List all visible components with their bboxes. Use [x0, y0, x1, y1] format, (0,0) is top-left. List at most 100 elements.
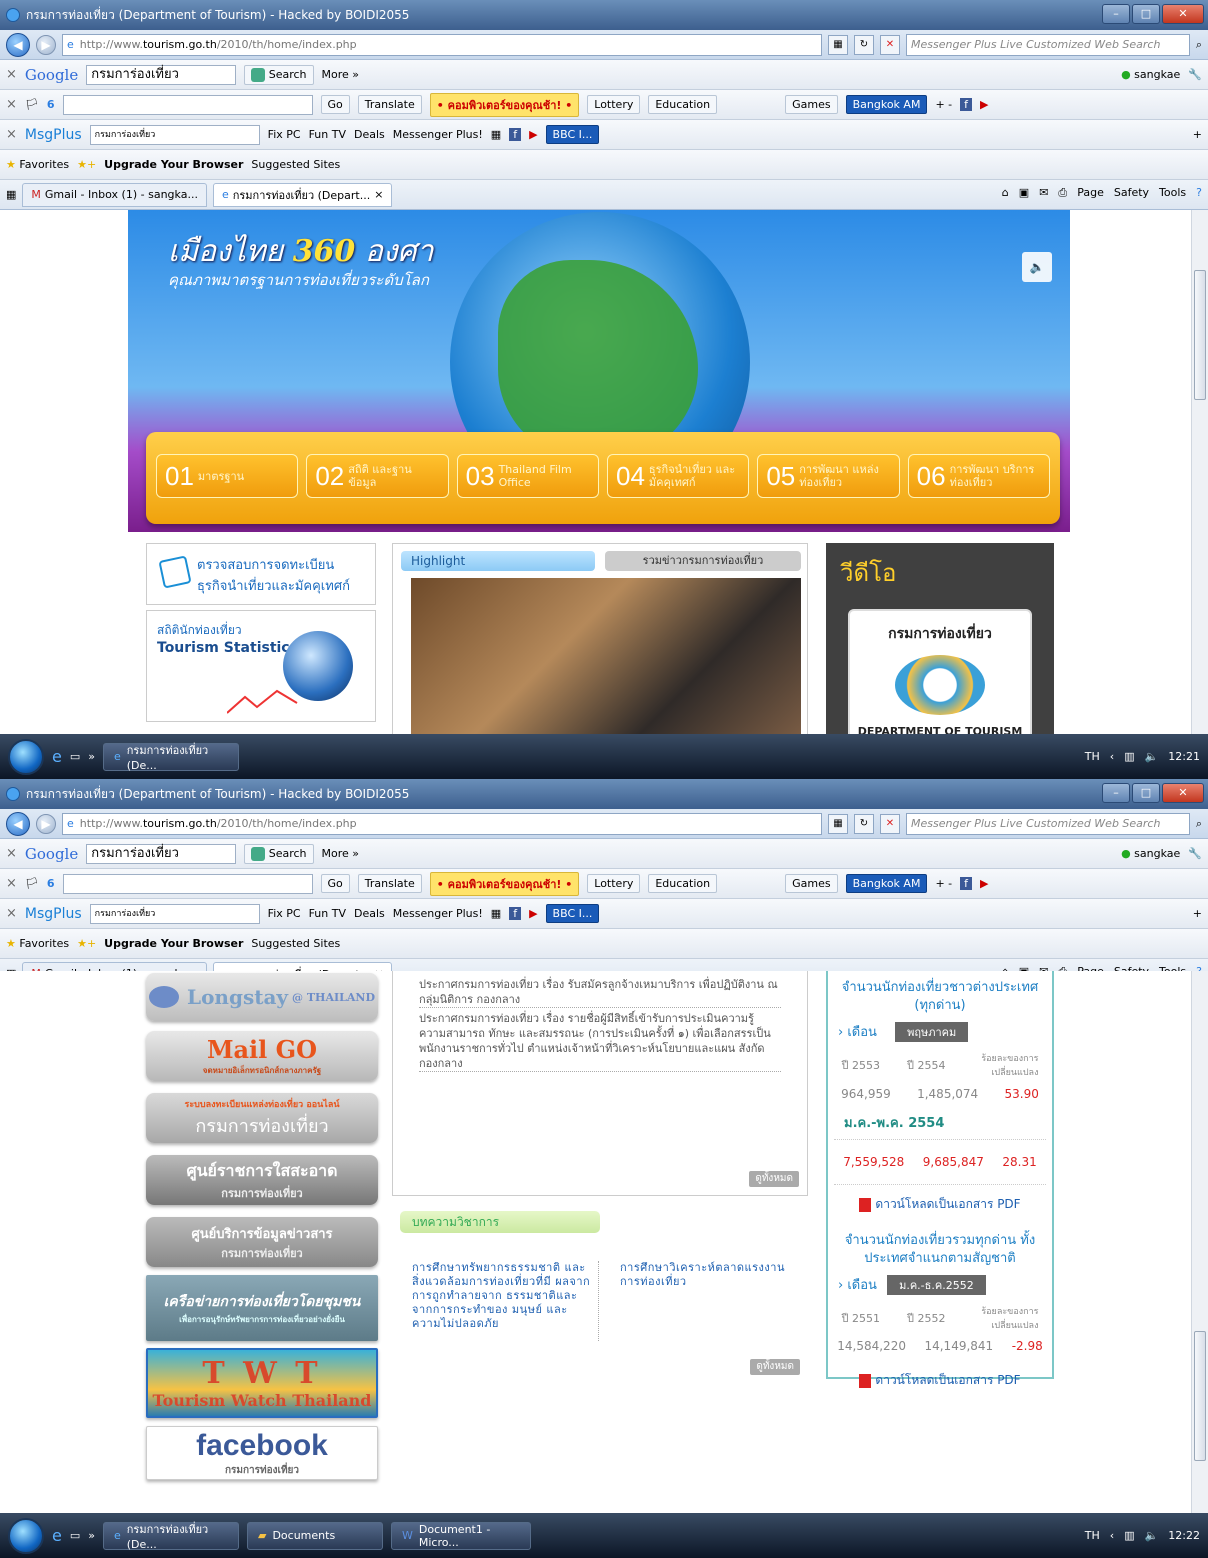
feeds-icon[interactable]: ▣	[1019, 186, 1029, 200]
youtube-icon[interactable]: ▶	[980, 877, 988, 890]
tourism-stats-link[interactable]: สถิตินักท่องเที่ยว Tourism Statistics	[146, 610, 376, 722]
back-button[interactable]: ◀	[6, 811, 30, 836]
scroll-thumb[interactable]	[1194, 270, 1206, 400]
radio-station[interactable]: Bangkok AM	[845, 95, 928, 114]
media-player[interactable]: BBC I...	[545, 904, 600, 923]
favorites-button[interactable]: ★ Favorites	[6, 937, 69, 950]
education-button[interactable]: Education	[648, 874, 718, 893]
facebook-banner[interactable]: facebook กรมการท่องเที่ยว	[146, 1426, 378, 1480]
google-search-input[interactable]: กรมการ่องเที่ยว	[86, 64, 237, 85]
speaker-icon[interactable]: 🔈	[1022, 252, 1052, 282]
facebook-icon[interactable]: f	[509, 128, 522, 141]
msgplus-search-input[interactable]: กรมการ่องเที่ยว	[89, 124, 260, 145]
plus-icon[interactable]: +	[1193, 128, 1202, 141]
network-icon[interactable]: ▥	[1124, 750, 1134, 763]
ie6-icon[interactable]: 6	[47, 877, 55, 890]
funtv-button[interactable]: Fun TV	[309, 128, 346, 141]
volume-control[interactable]: + -	[935, 877, 952, 890]
url-field[interactable]: e http://www. tourism.go.th/2010/th/home/…	[62, 33, 822, 56]
quick-tabs-icon[interactable]: ▦	[6, 188, 16, 201]
volume-icon[interactable]: 🔈	[1145, 1529, 1159, 1542]
volume-icon[interactable]: 🔈	[1145, 750, 1159, 763]
upgrade-link[interactable]: Upgrade Your Browser	[104, 158, 243, 171]
translate-button[interactable]: Translate	[357, 95, 422, 114]
maximize-button[interactable]: □	[1132, 783, 1160, 803]
license-check-link[interactable]: ตรวจสอบการจดทะเบียน ธุรกิจนำเที่ยวและมัค…	[146, 543, 376, 605]
menu-item-6[interactable]: 06 การพัฒนา บริการท่องเที่ยว	[907, 454, 1050, 498]
tab-tourism[interactable]: eกรมการท่องเที่ยว (Depart...×	[212, 182, 393, 207]
tab-highlight[interactable]: Highlight	[401, 551, 595, 571]
clean-government-banner[interactable]: ศูนย์ราชการใสสะอาด กรมการท่องเที่ยว	[146, 1155, 378, 1205]
language-indicator[interactable]: TH	[1085, 750, 1100, 763]
menu-item-1[interactable]: 01 มาตรฐาน	[156, 454, 299, 498]
wrench-icon[interactable]: 🔧	[1188, 68, 1202, 81]
menu-item-5[interactable]: 05 การพัฒนา แหล่งท่องเที่ยว	[757, 454, 900, 498]
menu-item-4[interactable]: 04 ธุรกิจนำเที่ยว และมัคคุเทศก์	[606, 454, 750, 498]
page-menu[interactable]: Page	[1077, 186, 1104, 200]
msgplus-search-input[interactable]: กรมการ่องเที่ยว	[89, 903, 260, 924]
flag-icon[interactable]: 🏳	[25, 877, 39, 890]
article-item[interactable]: การศึกษาวิเคราะห์ตลาดแรงงาน การท่องเที่ย…	[620, 1261, 800, 1289]
search-icon[interactable]: ⌕	[1196, 817, 1202, 831]
clock[interactable]: 12:22	[1168, 1529, 1200, 1542]
fixpc-button[interactable]: Fix PC	[268, 128, 301, 141]
start-button[interactable]	[8, 1517, 44, 1554]
news-more-button[interactable]: ดูทั้งหมด	[749, 1171, 799, 1187]
grid-icon[interactable]: ▦	[491, 907, 501, 920]
user-menu[interactable]: ● sangkae	[1121, 847, 1180, 860]
grid-icon[interactable]: ▦	[491, 128, 501, 141]
youtube-icon[interactable]: ▶	[529, 907, 537, 920]
minimize-button[interactable]: –	[1102, 783, 1130, 803]
lottery-button[interactable]: Lottery	[587, 95, 641, 114]
addon-search-input[interactable]	[62, 94, 313, 115]
maximize-button[interactable]: □	[1132, 4, 1160, 24]
volume-control[interactable]: + -	[935, 98, 952, 111]
games-button[interactable]: Games	[785, 95, 838, 114]
go-button[interactable]: Go	[320, 874, 350, 893]
expand-icon[interactable]: »	[88, 1529, 95, 1542]
info-center-banner[interactable]: ศูนย์บริการข้อมูลข่าวสาร กรมการท่องเที่ย…	[146, 1217, 378, 1267]
facebook-icon[interactable]: f	[960, 877, 973, 890]
mail-icon[interactable]: ✉	[1039, 186, 1048, 200]
community-network-banner[interactable]: เครือข่ายการท่องเที่ยวโดยชุมชน เพื่อการอ…	[146, 1275, 378, 1341]
close-toolbar-icon[interactable]: ×	[6, 127, 17, 142]
article-item[interactable]: การศึกษาทรัพยากรธรรมชาติ และสิ่งแวดล้อมก…	[412, 1261, 592, 1331]
favorites-button[interactable]: ★ Favorites	[6, 158, 69, 171]
promo-button[interactable]: • คอมพิวเตอร์ของคุณช้า! •	[429, 92, 580, 117]
msgplus-brand[interactable]: MsgPlus	[25, 906, 82, 922]
msgplus-brand[interactable]: MsgPlus	[25, 127, 82, 143]
forward-button[interactable]: ▶	[36, 813, 56, 834]
scroll-thumb[interactable]	[1194, 1331, 1206, 1461]
translate-button[interactable]: Translate	[357, 874, 422, 893]
close-tab-icon[interactable]: ×	[374, 188, 383, 201]
taskbar-item-ie[interactable]: e กรมการท่องเที่ยว (De...	[102, 742, 239, 772]
department-logo[interactable]: กรมการท่องเที่ยว DEPARTMENT OF TOURISM	[848, 609, 1032, 734]
safety-menu[interactable]: Safety	[1114, 186, 1149, 200]
refresh-icon[interactable]: ↻	[854, 813, 874, 834]
minimize-button[interactable]: –	[1102, 4, 1130, 24]
funtv-button[interactable]: Fun TV	[309, 907, 346, 920]
tab-news[interactable]: รวมข่าวกรมการท่องเที่ยว	[605, 551, 801, 571]
games-button[interactable]: Games	[785, 874, 838, 893]
network-icon[interactable]: ▥	[1124, 1529, 1134, 1542]
close-button[interactable]: ✕	[1162, 783, 1204, 803]
print-icon[interactable]: ⎙	[1058, 186, 1067, 200]
facebook-icon[interactable]: f	[960, 98, 973, 111]
close-toolbar-icon[interactable]: ×	[6, 97, 17, 112]
google-search-button[interactable]: Search	[244, 64, 314, 85]
stats1-month-select[interactable]: พฤษภาคม	[895, 1022, 969, 1042]
promo-button[interactable]: • คอมพิวเตอร์ของคุณช้า! •	[429, 871, 580, 896]
language-indicator[interactable]: TH	[1085, 1529, 1100, 1542]
web-search-input[interactable]: Messenger Plus Live Customized Web Searc…	[906, 812, 1190, 835]
news-item[interactable]: ประกาศกรมการท่องเที่ยว เรื่อง รายชื่อผู้…	[419, 1011, 781, 1072]
lottery-button[interactable]: Lottery	[587, 874, 641, 893]
close-button[interactable]: ✕	[1162, 4, 1204, 24]
more-button[interactable]: More »	[322, 847, 360, 860]
suggested-link[interactable]: Suggested Sites	[251, 158, 340, 171]
tourism-watch-banner[interactable]: T W T Tourism Watch Thailand	[146, 1348, 378, 1418]
tab-gmail[interactable]: MGmail - Inbox (1) - sangka...	[22, 182, 207, 207]
plus-icon[interactable]: +	[1193, 907, 1202, 920]
more-button[interactable]: More »	[322, 68, 360, 81]
online-registration-banner[interactable]: ระบบลงทะเบียนแหล่งท่องเที่ยว ออนไลน์ กรม…	[146, 1093, 378, 1143]
ie-quicklaunch-icon[interactable]: e	[52, 1526, 62, 1545]
